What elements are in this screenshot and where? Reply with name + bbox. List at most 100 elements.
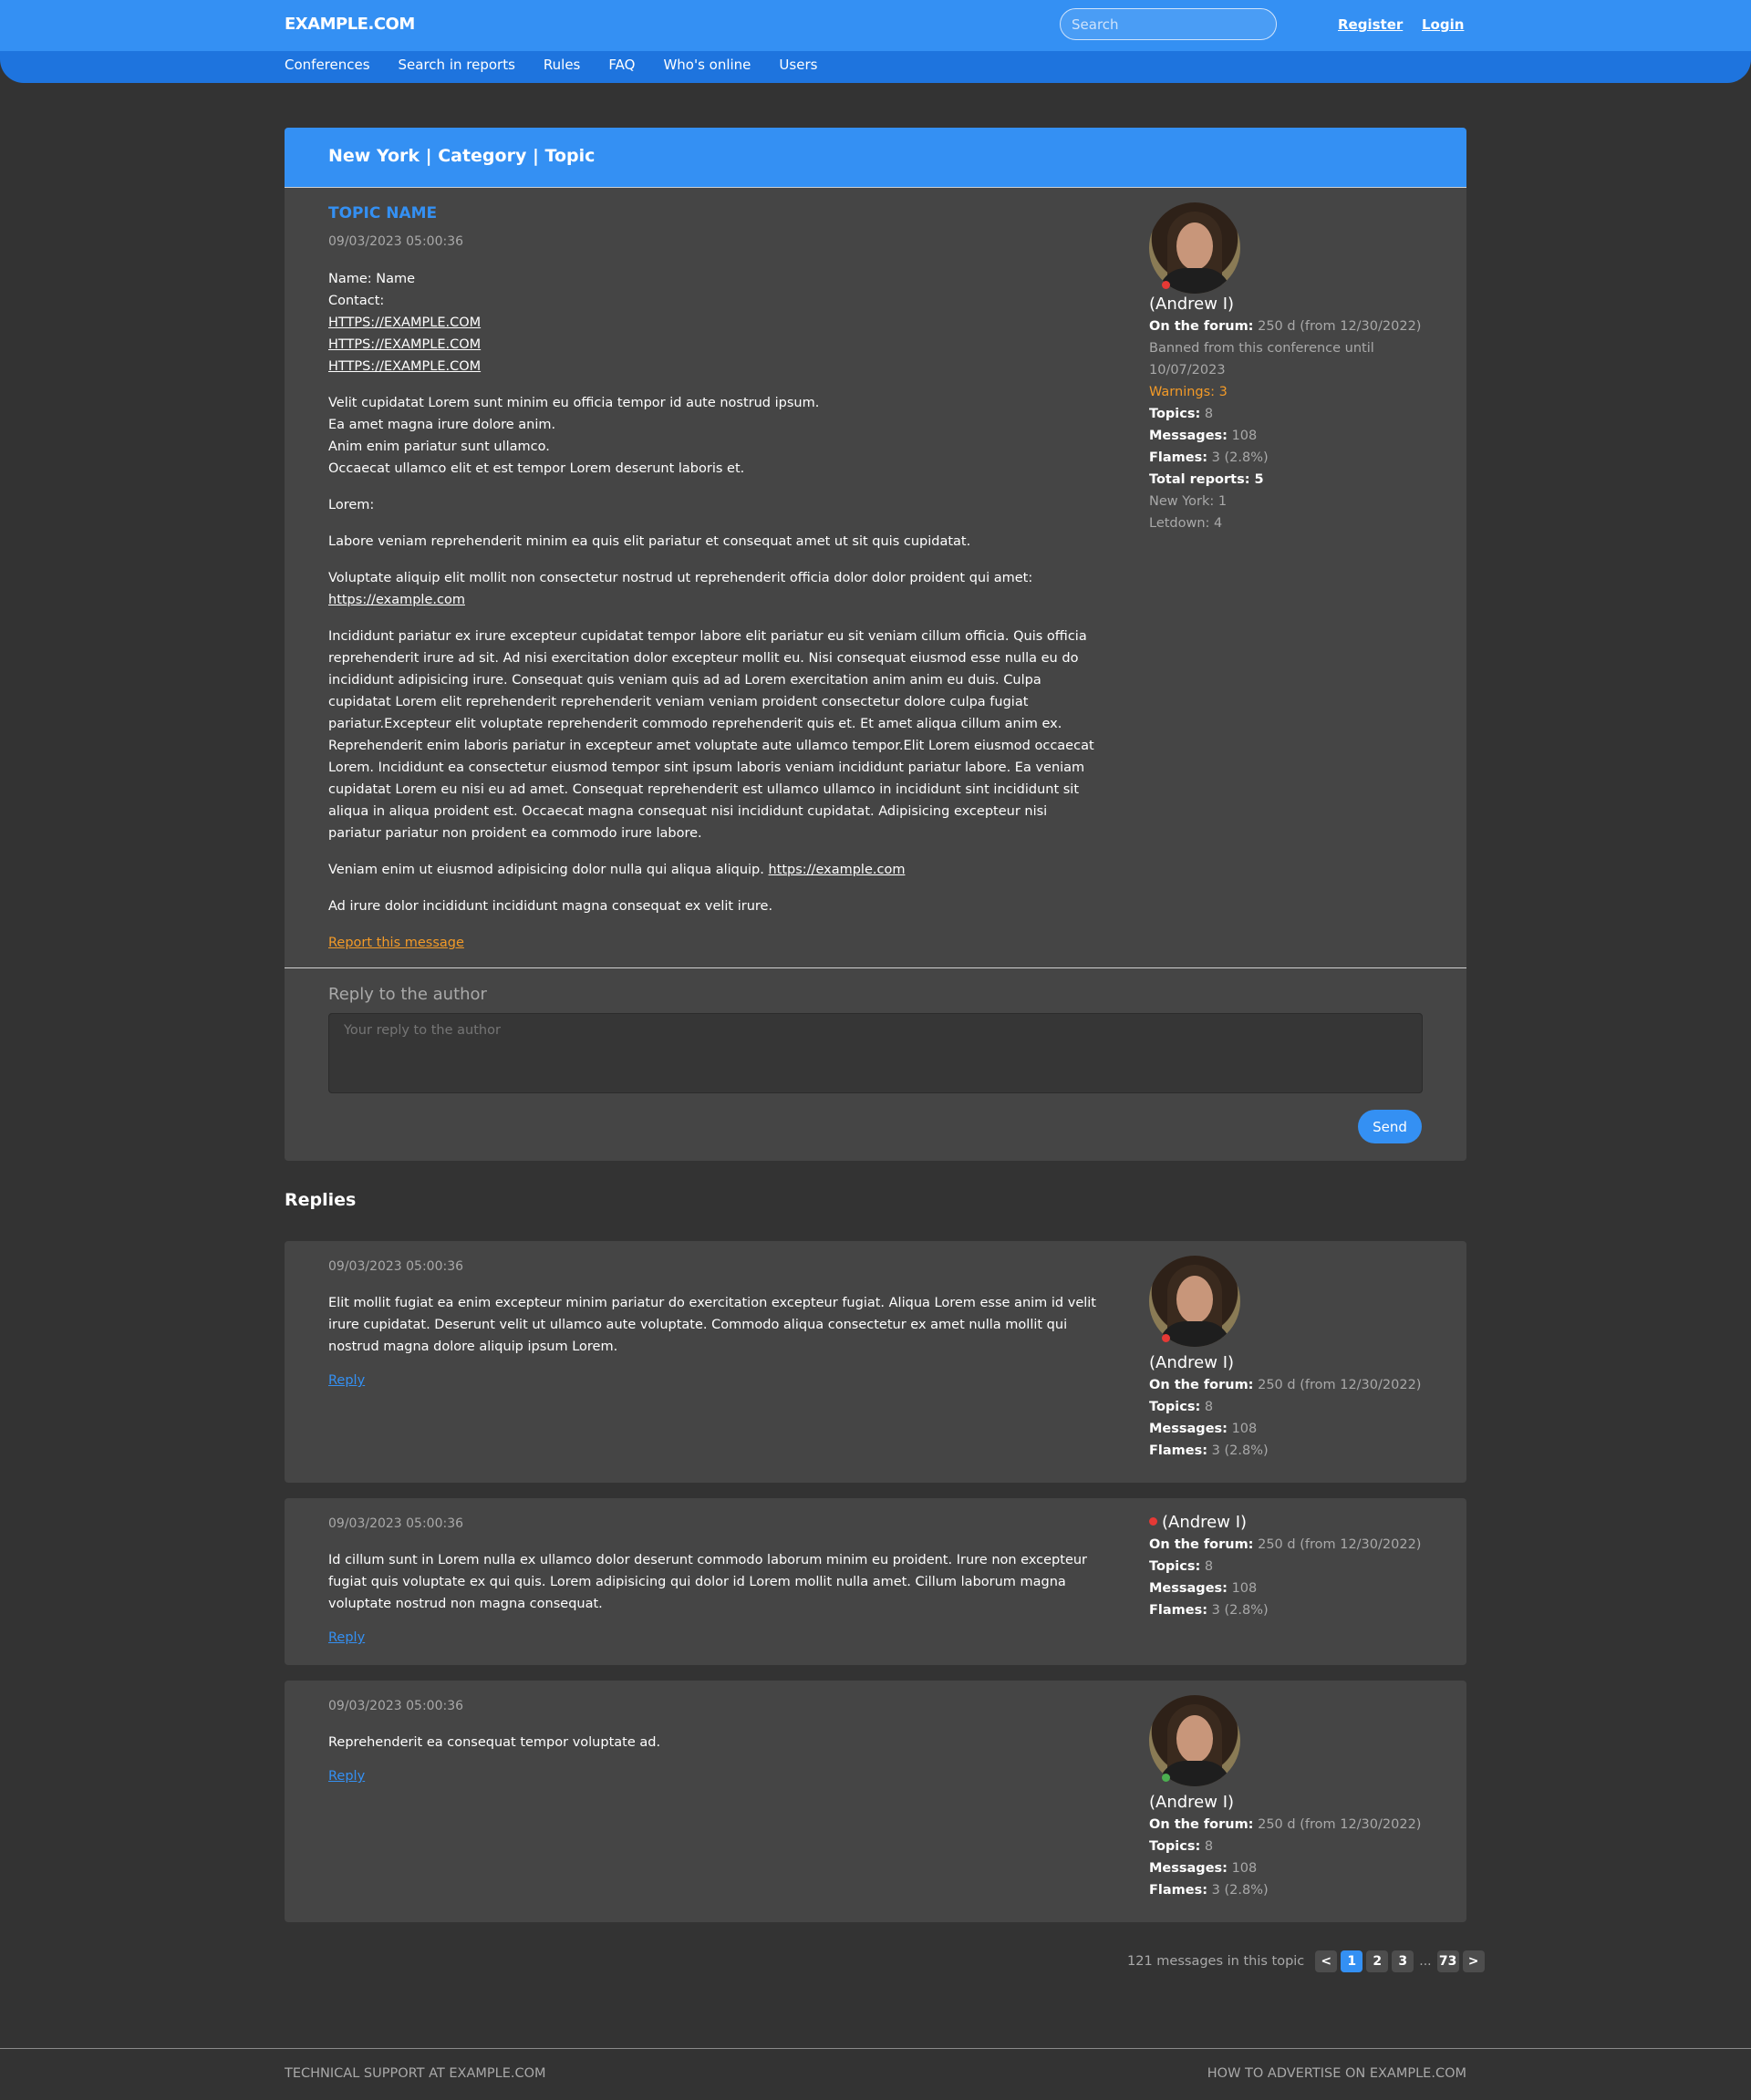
ban-notice: Banned from this conference until 10/07/…	[1149, 341, 1374, 378]
avatar[interactable]	[1149, 1256, 1240, 1347]
stat-value: 250 d (from 12/30/2022)	[1258, 319, 1422, 334]
reply-link[interactable]: Reply	[328, 1373, 365, 1388]
author-name[interactable]: (Andrew I)	[1149, 1352, 1423, 1374]
footer-advertise-link[interactable]: HOW TO ADVERTISE ON EXAMPLE.COM	[1207, 2066, 1466, 2081]
stat-value: 108	[1231, 1422, 1258, 1436]
stat-label: On the forum:	[1149, 1817, 1254, 1832]
stat-value: 3 (2.8%)	[1211, 1603, 1269, 1618]
login-link[interactable]: Login	[1422, 16, 1464, 33]
nav-conferences[interactable]: Conferences	[285, 57, 370, 73]
status-offline-icon	[1162, 1334, 1170, 1342]
stat-value: 108	[1231, 429, 1258, 443]
stat-value: 3 (2.8%)	[1211, 1883, 1269, 1898]
top-bar: EXAMPLE.COM Register Login	[0, 0, 1751, 51]
header-divider	[285, 187, 1466, 188]
pagination: 121 messages in this topic < 1 2 3 ... 7…	[1127, 1950, 1485, 1972]
report-count: Letdown: 4	[1149, 516, 1223, 531]
stat-value: 3 (2.8%)	[1211, 1443, 1269, 1458]
topic-body: Name: Name Contact: HTTPS://EXAMPLE.COM …	[328, 268, 1103, 954]
stat-label: Flames:	[1149, 1883, 1208, 1898]
avatar[interactable]	[1149, 202, 1240, 294]
stat-label: Flames:	[1149, 1443, 1208, 1458]
contact-line: Contact:	[328, 294, 385, 308]
next-page-button[interactable]: >	[1462, 1950, 1485, 1972]
body-paragraph: Labore veniam reprehenderit minim ea qui…	[328, 534, 971, 549]
status-online-icon	[1162, 1774, 1170, 1782]
report-message-link[interactable]: Report this message	[328, 936, 464, 950]
reply-link[interactable]: Reply	[328, 1769, 365, 1784]
contact-link[interactable]: HTTPS://EXAMPLE.COM	[328, 337, 481, 352]
reply-date: 09/03/2023 05:00:36	[328, 1259, 464, 1274]
stat-value: 8	[1204, 407, 1214, 421]
contact-line: Name: Name	[328, 272, 416, 286]
contact-link[interactable]: HTTPS://EXAMPLE.COM	[328, 316, 481, 330]
nav-search-in-reports[interactable]: Search in reports	[399, 57, 515, 73]
author-name[interactable]: (Andrew I)	[1149, 1792, 1423, 1814]
body-line: Occaecat ullamco elit et est tempor Lore…	[328, 461, 745, 476]
stat-label: Messages:	[1149, 1861, 1228, 1876]
prev-page-button[interactable]: <	[1315, 1950, 1338, 1972]
reply-text: Reprehenderit ea consequat tempor volupt…	[328, 1735, 661, 1750]
avatar[interactable]	[1149, 1695, 1240, 1786]
stat-label: On the forum:	[1149, 1378, 1254, 1392]
author-name[interactable]: (Andrew I)	[1149, 294, 1423, 316]
body-line: Velit cupidatat Lorem sunt minim eu offi…	[328, 396, 820, 410]
author-card: (Andrew I) On the forum: 250 d (from 12/…	[1149, 1695, 1423, 1901]
stat-value: 8	[1204, 1559, 1214, 1574]
body-paragraph: Lorem:	[328, 498, 375, 512]
nav-users[interactable]: Users	[779, 57, 817, 73]
stat-label: Topics:	[1149, 407, 1201, 421]
send-button[interactable]: Send	[1358, 1110, 1422, 1143]
author-name-text: (Andrew I)	[1162, 1513, 1248, 1532]
reply-divider	[285, 967, 1466, 968]
status-offline-icon	[1162, 281, 1170, 289]
stat-label: Topics:	[1149, 1559, 1201, 1574]
author-card: (Andrew I) On the forum: 250 d (from 12/…	[1149, 202, 1423, 534]
site-logo[interactable]: EXAMPLE.COM	[285, 15, 415, 34]
main-nav: Conferences Search in reports Rules FAQ …	[285, 57, 845, 73]
reply-text: Id cillum sunt in Lorem nulla ex ullamco…	[328, 1553, 1088, 1611]
page-button[interactable]: 73	[1436, 1950, 1459, 1972]
author-card: (Andrew I) On the forum: 250 d (from 12/…	[1149, 1256, 1423, 1462]
stat-value: 250 d (from 12/30/2022)	[1258, 1817, 1422, 1832]
body-paragraph: Ad irure dolor incididunt incididunt mag…	[328, 899, 773, 914]
breadcrumb-header: New York | Category | Topic	[285, 128, 1466, 187]
search-input[interactable]	[1060, 8, 1277, 40]
body-line: Anim enim pariatur sunt ullamco.	[328, 440, 550, 454]
stat-label: Topics:	[1149, 1400, 1201, 1414]
reply-date: 09/03/2023 05:00:36	[328, 1699, 464, 1713]
stat-label: Topics:	[1149, 1839, 1201, 1854]
stat-value: 108	[1231, 1861, 1258, 1876]
body-link[interactable]: https://example.com	[328, 593, 465, 607]
nav-whos-online[interactable]: Who's online	[663, 57, 751, 73]
reply-textarea[interactable]	[328, 1013, 1423, 1093]
replies-heading: Replies	[285, 1190, 357, 1210]
stat-label: Messages:	[1149, 1581, 1228, 1596]
stat-value: 8	[1204, 1400, 1214, 1414]
reply-date: 09/03/2023 05:00:36	[328, 1516, 464, 1531]
body-link[interactable]: https://example.com	[768, 863, 905, 877]
nav-rules[interactable]: Rules	[544, 57, 580, 73]
stat-label: Flames:	[1149, 1603, 1208, 1618]
reply-link[interactable]: Reply	[328, 1630, 365, 1645]
topic-title: TOPIC NAME	[328, 204, 438, 222]
body-line: Voluptate aliquip elit mollit non consec…	[328, 571, 1033, 585]
body-line: Veniam enim ut eiusmod adipisicing dolor…	[328, 863, 764, 877]
page-button[interactable]: 3	[1392, 1950, 1414, 1972]
warnings: Warnings: 3	[1149, 385, 1228, 399]
stat-label: Messages:	[1149, 1422, 1228, 1436]
stat-label: Flames:	[1149, 450, 1208, 465]
body-line: Ea amet magna irure dolore anim.	[328, 418, 556, 432]
breadcrumb[interactable]: New York | Category | Topic	[328, 146, 595, 166]
author-card: (Andrew I) On the forum: 250 d (from 12/…	[1149, 1512, 1423, 1621]
stat-value: 250 d (from 12/30/2022)	[1258, 1537, 1422, 1552]
footer-support-link[interactable]: TECHNICAL SUPPORT AT EXAMPLE.COM	[285, 2066, 546, 2081]
author-name[interactable]: (Andrew I)	[1149, 1512, 1423, 1534]
register-link[interactable]: Register	[1338, 16, 1403, 33]
contact-link[interactable]: HTTPS://EXAMPLE.COM	[328, 359, 481, 374]
topic-date: 09/03/2023 05:00:36	[328, 234, 464, 249]
nav-faq[interactable]: FAQ	[608, 57, 635, 73]
stat-label: On the forum:	[1149, 1537, 1254, 1552]
page-button[interactable]: 2	[1366, 1950, 1389, 1972]
page-button[interactable]: 1	[1341, 1950, 1363, 1972]
